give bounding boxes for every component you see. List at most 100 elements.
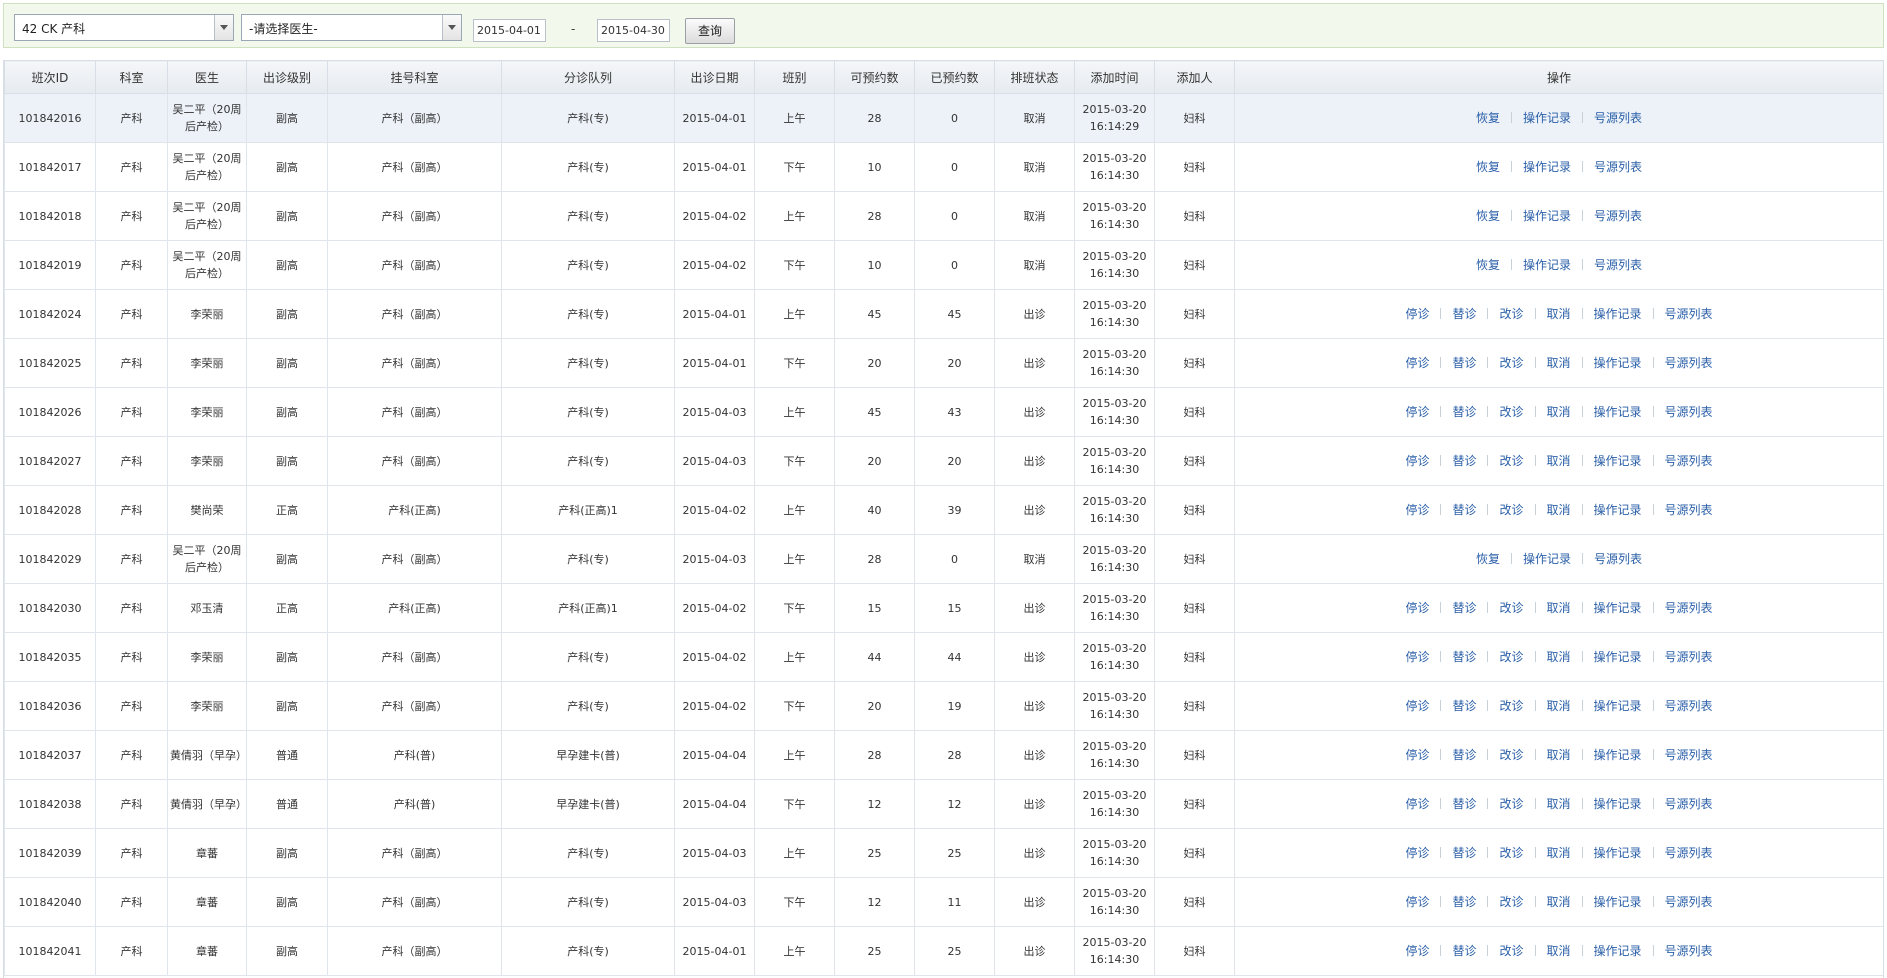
operation-log-link[interactable]: 操作记录 [1594,650,1642,664]
source-list-link[interactable]: 号源列表 [1594,209,1642,223]
cancel-link[interactable]: 取消 [1547,356,1571,370]
substitute-link[interactable]: 替诊 [1452,944,1476,958]
restore-link[interactable]: 恢复 [1476,258,1500,272]
stop-clinic-link[interactable]: 停诊 [1405,699,1429,713]
operation-log-link[interactable]: 操作记录 [1523,258,1571,272]
stop-clinic-link[interactable]: 停诊 [1405,503,1429,517]
stop-clinic-link[interactable]: 停诊 [1405,846,1429,860]
substitute-link[interactable]: 替诊 [1452,699,1476,713]
date-from-input[interactable]: 2015-04-01 [473,19,546,42]
cancel-link[interactable]: 取消 [1547,846,1571,860]
stop-clinic-link[interactable]: 停诊 [1405,307,1429,321]
cancel-link[interactable]: 取消 [1547,405,1571,419]
operation-log-link[interactable]: 操作记录 [1594,846,1642,860]
substitute-link[interactable]: 替诊 [1452,846,1476,860]
stop-clinic-link[interactable]: 停诊 [1405,748,1429,762]
substitute-link[interactable]: 替诊 [1452,454,1476,468]
stop-clinic-link[interactable]: 停诊 [1405,601,1429,615]
change-clinic-link[interactable]: 改诊 [1499,895,1523,909]
source-list-link[interactable]: 号源列表 [1665,748,1713,762]
cancel-link[interactable]: 取消 [1547,797,1571,811]
source-list-link[interactable]: 号源列表 [1665,307,1713,321]
operation-log-link[interactable]: 操作记录 [1594,895,1642,909]
substitute-link[interactable]: 替诊 [1452,797,1476,811]
operation-log-link[interactable]: 操作记录 [1523,209,1571,223]
department-select[interactable]: 42 CK 产科 [14,14,234,41]
cancel-link[interactable]: 取消 [1547,650,1571,664]
stop-clinic-link[interactable]: 停诊 [1405,356,1429,370]
date-to-input[interactable]: 2015-04-30 [597,19,670,42]
substitute-link[interactable]: 替诊 [1452,503,1476,517]
chevron-down-icon[interactable] [442,15,461,40]
change-clinic-link[interactable]: 改诊 [1499,797,1523,811]
restore-link[interactable]: 恢复 [1476,160,1500,174]
stop-clinic-link[interactable]: 停诊 [1405,405,1429,419]
change-clinic-link[interactable]: 改诊 [1499,405,1523,419]
operation-log-link[interactable]: 操作记录 [1594,356,1642,370]
cancel-link[interactable]: 取消 [1547,895,1571,909]
cancel-link[interactable]: 取消 [1547,699,1571,713]
source-list-link[interactable]: 号源列表 [1665,699,1713,713]
operation-log-link[interactable]: 操作记录 [1594,601,1642,615]
operation-log-link[interactable]: 操作记录 [1594,307,1642,321]
source-list-link[interactable]: 号源列表 [1665,601,1713,615]
source-list-link[interactable]: 号源列表 [1665,503,1713,517]
operation-log-link[interactable]: 操作记录 [1594,699,1642,713]
substitute-link[interactable]: 替诊 [1452,895,1476,909]
cancel-link[interactable]: 取消 [1547,944,1571,958]
operation-log-link[interactable]: 操作记录 [1594,797,1642,811]
operation-log-link[interactable]: 操作记录 [1594,748,1642,762]
chevron-down-icon[interactable] [214,15,233,40]
source-list-link[interactable]: 号源列表 [1665,356,1713,370]
substitute-link[interactable]: 替诊 [1452,356,1476,370]
change-clinic-link[interactable]: 改诊 [1499,307,1523,321]
operation-log-link[interactable]: 操作记录 [1523,552,1571,566]
operation-log-link[interactable]: 操作记录 [1523,160,1571,174]
stop-clinic-link[interactable]: 停诊 [1405,944,1429,958]
change-clinic-link[interactable]: 改诊 [1499,454,1523,468]
restore-link[interactable]: 恢复 [1476,552,1500,566]
cancel-link[interactable]: 取消 [1547,601,1571,615]
source-list-link[interactable]: 号源列表 [1594,160,1642,174]
substitute-link[interactable]: 替诊 [1452,601,1476,615]
source-list-link[interactable]: 号源列表 [1665,797,1713,811]
cancel-link[interactable]: 取消 [1547,454,1571,468]
restore-link[interactable]: 恢复 [1476,209,1500,223]
stop-clinic-link[interactable]: 停诊 [1405,454,1429,468]
cancel-link[interactable]: 取消 [1547,503,1571,517]
doctor-select[interactable]: -请选择医生- [241,14,462,41]
cancel-link[interactable]: 取消 [1547,748,1571,762]
substitute-link[interactable]: 替诊 [1452,405,1476,419]
source-list-link[interactable]: 号源列表 [1665,895,1713,909]
change-clinic-link[interactable]: 改诊 [1499,944,1523,958]
change-clinic-link[interactable]: 改诊 [1499,356,1523,370]
operation-log-link[interactable]: 操作记录 [1594,503,1642,517]
source-list-link[interactable]: 号源列表 [1665,405,1713,419]
operation-log-link[interactable]: 操作记录 [1523,111,1571,125]
source-list-link[interactable]: 号源列表 [1594,258,1642,272]
source-list-link[interactable]: 号源列表 [1665,650,1713,664]
substitute-link[interactable]: 替诊 [1452,650,1476,664]
operation-log-link[interactable]: 操作记录 [1594,944,1642,958]
source-list-link[interactable]: 号源列表 [1665,846,1713,860]
stop-clinic-link[interactable]: 停诊 [1405,797,1429,811]
change-clinic-link[interactable]: 改诊 [1499,601,1523,615]
cancel-link[interactable]: 取消 [1547,307,1571,321]
change-clinic-link[interactable]: 改诊 [1499,650,1523,664]
substitute-link[interactable]: 替诊 [1452,307,1476,321]
source-list-link[interactable]: 号源列表 [1594,111,1642,125]
source-list-link[interactable]: 号源列表 [1665,454,1713,468]
source-list-link[interactable]: 号源列表 [1594,552,1642,566]
restore-link[interactable]: 恢复 [1476,111,1500,125]
substitute-link[interactable]: 替诊 [1452,748,1476,762]
change-clinic-link[interactable]: 改诊 [1499,748,1523,762]
stop-clinic-link[interactable]: 停诊 [1405,650,1429,664]
change-clinic-link[interactable]: 改诊 [1499,503,1523,517]
change-clinic-link[interactable]: 改诊 [1499,699,1523,713]
operation-log-link[interactable]: 操作记录 [1594,454,1642,468]
query-button[interactable]: 查询 [685,18,735,44]
change-clinic-link[interactable]: 改诊 [1499,846,1523,860]
operation-log-link[interactable]: 操作记录 [1594,405,1642,419]
stop-clinic-link[interactable]: 停诊 [1405,895,1429,909]
source-list-link[interactable]: 号源列表 [1665,944,1713,958]
